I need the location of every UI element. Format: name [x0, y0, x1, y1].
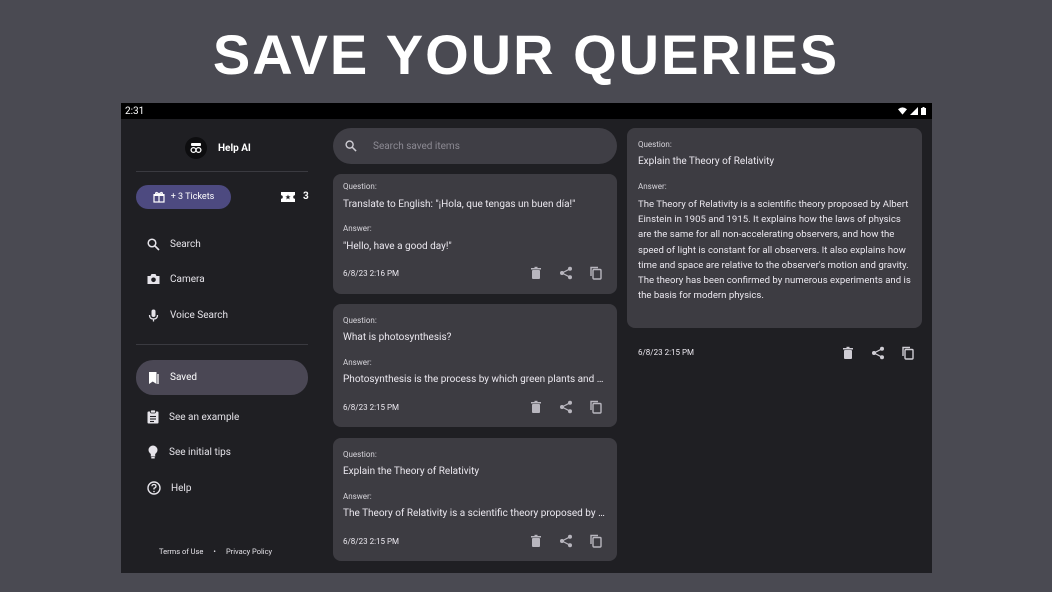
gift-icon	[153, 191, 165, 203]
share-icon[interactable]	[559, 400, 573, 414]
delete-icon[interactable]	[529, 400, 543, 414]
delete-icon[interactable]	[529, 266, 543, 280]
clipboard-icon	[147, 410, 159, 424]
battery-icon	[921, 107, 926, 115]
copy-icon[interactable]	[589, 400, 603, 414]
share-icon[interactable]	[871, 346, 885, 360]
add-tickets-button[interactable]: + 3 Tickets	[136, 185, 231, 209]
ticket-count: 3	[303, 191, 309, 202]
saved-item-card[interactable]: Question: Translate to English: "¡Hola, …	[333, 174, 617, 294]
camera-icon	[147, 274, 160, 284]
saved-date: 6/8/23 2:15 PM	[343, 403, 400, 412]
search-input[interactable]	[371, 139, 595, 153]
answer-text: Photosynthesis is the process by which g…	[343, 374, 607, 385]
add-tickets-label: + 3 Tickets	[170, 192, 215, 202]
app-logo-icon	[185, 137, 207, 159]
lightbulb-icon	[148, 445, 158, 459]
nav-item-initial-tips[interactable]: See initial tips	[136, 435, 308, 469]
delete-icon[interactable]	[529, 534, 543, 548]
share-icon[interactable]	[559, 266, 573, 280]
navigation-drawer: Help AI + 3 Tickets 3 Search Camera Voic…	[121, 119, 321, 573]
nav-item-label: Camera	[170, 273, 205, 285]
saved-icon	[149, 371, 159, 384]
question-text: Translate to English: "¡Hola, que tengas…	[343, 199, 576, 210]
answer-text: The Theory of Relativity is a scientific…	[343, 508, 607, 519]
saved-date: 6/8/23 2:15 PM	[343, 537, 400, 546]
answer-label: Answer:	[343, 358, 372, 367]
question-label: Question:	[638, 140, 672, 149]
question-text: Explain the Theory of Relativity	[638, 156, 775, 167]
nav-item-label: Saved	[170, 372, 198, 383]
ticket-balance: 3	[281, 191, 309, 202]
nav-item-label: Voice Search	[170, 309, 229, 321]
app-header: Help AI	[185, 137, 251, 159]
share-icon[interactable]	[559, 534, 573, 548]
footer-links: Terms of Use • Privacy Policy	[159, 547, 272, 556]
question-text: Explain the Theory of Relativity	[343, 466, 480, 477]
privacy-policy-link[interactable]: Privacy Policy	[226, 547, 272, 556]
question-label: Question:	[343, 316, 377, 325]
card-actions	[529, 400, 603, 414]
nav-item-voice-search[interactable]: Voice Search	[136, 298, 308, 332]
nav-item-label: See an example	[169, 411, 240, 423]
nav-item-saved[interactable]: Saved	[136, 360, 308, 395]
terms-of-use-link[interactable]: Terms of Use	[159, 547, 203, 556]
detail-date: 6/8/23 2:15 PM	[638, 348, 695, 357]
answer-text: The Theory of Relativity is a scientific…	[638, 199, 911, 302]
question-label: Question:	[343, 450, 377, 459]
saved-item-card[interactable]: Question: Explain the Theory of Relativi…	[333, 438, 617, 561]
search-icon	[345, 140, 357, 152]
answer-label: Answer:	[343, 224, 372, 233]
answer-label: Answer:	[343, 492, 372, 501]
nav-item-label: Help	[171, 482, 192, 494]
wifi-icon	[898, 107, 907, 115]
card-actions	[529, 266, 603, 280]
nav-item-help[interactable]: Help	[136, 471, 308, 505]
detail-actions	[841, 346, 915, 360]
status-bar: 2:31	[121, 103, 932, 119]
app-window: 2:31 Help AI + 3 Tickets 3 Search Camera…	[121, 103, 932, 573]
app-name: Help AI	[218, 142, 251, 154]
search-bar[interactable]	[333, 128, 617, 164]
answer-text: "Hello, have a good day!"	[343, 241, 452, 252]
nav-item-label: Search	[170, 238, 201, 250]
signal-icon	[910, 107, 918, 115]
microphone-icon	[148, 309, 159, 321]
promo-headline: SAVE YOUR QUERIES	[212, 23, 840, 86]
saved-date: 6/8/23 2:16 PM	[343, 269, 400, 278]
answer-label: Answer:	[638, 182, 667, 191]
divider	[136, 344, 308, 345]
copy-icon[interactable]	[589, 266, 603, 280]
divider	[136, 171, 308, 172]
nav-item-camera[interactable]: Camera	[136, 262, 308, 296]
help-icon	[147, 481, 161, 495]
saved-item-card[interactable]: Question: What is photosynthesis? Answer…	[333, 304, 617, 427]
status-icons	[898, 107, 926, 115]
search-icon	[147, 237, 160, 251]
delete-icon[interactable]	[841, 346, 855, 360]
copy-icon[interactable]	[901, 346, 915, 360]
detail-card: Question: Explain the Theory of Relativi…	[627, 128, 922, 328]
nav-item-label: See initial tips	[169, 446, 231, 458]
question-text: What is photosynthesis?	[343, 332, 452, 343]
nav-item-search[interactable]: Search	[136, 227, 308, 261]
question-label: Question:	[343, 182, 377, 191]
footer-separator: •	[213, 547, 216, 556]
nav-item-see-example[interactable]: See an example	[136, 400, 308, 434]
ticket-icon	[281, 191, 295, 202]
card-actions	[529, 534, 603, 548]
status-time: 2:31	[125, 105, 145, 117]
copy-icon[interactable]	[589, 534, 603, 548]
